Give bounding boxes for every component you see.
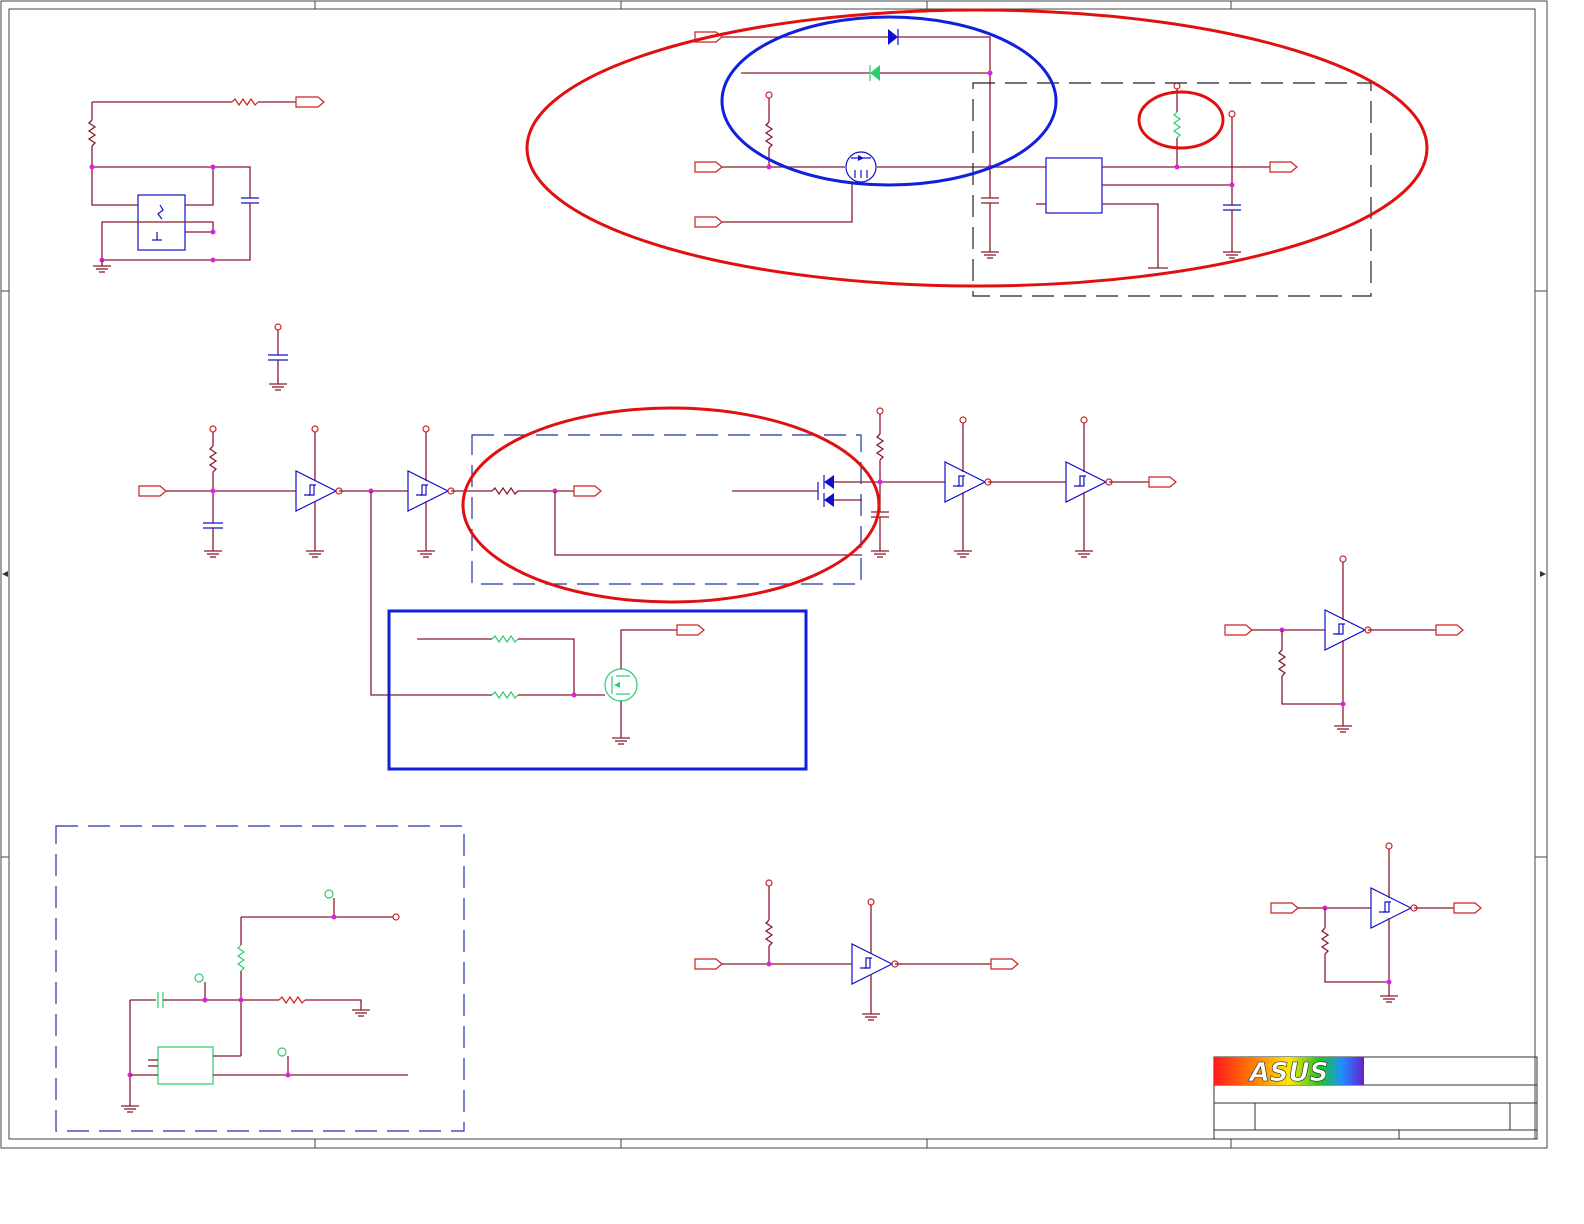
- power-port-icon: [392, 913, 400, 921]
- power-port-icon: [765, 879, 773, 887]
- off-page-connector-icon: [1453, 902, 1482, 914]
- buffer-icon: [295, 470, 343, 512]
- off-page-connector-icon: [990, 958, 1019, 970]
- ground-icon: [980, 245, 1000, 259]
- schematic-sheet: ASUS: [0, 0, 1548, 1149]
- dashed-region-bottom-left: [55, 825, 465, 1132]
- review-annotations: [387, 8, 1429, 771]
- off-page-connector-icon: [1269, 161, 1298, 173]
- middle-signal-chain: [138, 407, 1177, 585]
- sheet-frame: [0, 0, 1548, 1149]
- resistor-icon: [87, 119, 97, 147]
- annotation-ellipse-level-shift: [461, 406, 881, 604]
- dashed-region-level-shift: [471, 434, 862, 585]
- asus-logo-text: ASUS: [1248, 1058, 1329, 1088]
- annotation-ellipse-resistor: [1137, 90, 1225, 150]
- off-page-connector-icon: [694, 161, 723, 173]
- off-page-connector-icon: [295, 96, 325, 108]
- resistor-icon: [278, 995, 306, 1005]
- power-port-icon: [867, 898, 875, 906]
- ground-icon: [870, 544, 890, 558]
- buffer-icon: [1324, 609, 1372, 651]
- ground-icon: [203, 544, 223, 558]
- resistor-icon: [1277, 649, 1287, 677]
- right-buffer-circuit-1: [1224, 555, 1464, 733]
- bottom-buffer-circuit: [694, 879, 1019, 1021]
- resistor-icon: [875, 433, 885, 461]
- ic-block: [157, 1046, 214, 1085]
- resistor-icon: [491, 690, 519, 700]
- power-port-icon: [1080, 416, 1088, 424]
- buffer-icon: [1370, 887, 1418, 929]
- buffer-icon: [944, 461, 992, 503]
- annotation-ellipse-power-path: [525, 8, 1429, 288]
- diode-icon: [888, 29, 898, 45]
- buffer-icon: [851, 943, 899, 985]
- power-port-icon: [311, 425, 319, 433]
- resistor-icon: [491, 634, 519, 644]
- power-port-icon: [1228, 110, 1236, 118]
- ground-icon: [1379, 989, 1399, 1003]
- off-page-connector-icon: [573, 485, 602, 497]
- off-page-connector-icon: [1148, 476, 1177, 488]
- ground-icon: [1074, 544, 1094, 558]
- ground-icon: [416, 544, 436, 558]
- diode-icon: [824, 475, 834, 489]
- off-page-connector-icon: [1270, 902, 1299, 914]
- power-port-icon: [876, 407, 884, 415]
- mosfet-switch-circuit: [370, 491, 705, 745]
- resistor-icon: [764, 121, 774, 149]
- ground-icon: [1222, 245, 1242, 259]
- power-port-icon: [1173, 82, 1181, 90]
- buffer-icon: [1065, 461, 1113, 503]
- buffer-icon: [407, 470, 455, 512]
- resistor-icon: [208, 445, 218, 473]
- resistor-icon: [764, 919, 774, 947]
- power-port-icon: [209, 425, 217, 433]
- resistor-icon: [491, 486, 519, 496]
- power-port-icon: [274, 323, 282, 331]
- resistor-icon: [1320, 927, 1330, 955]
- ground-icon: [92, 259, 112, 273]
- dashed-region-regulator: [972, 82, 1372, 297]
- ground-icon: [268, 377, 288, 391]
- title-block: ASUS: [1213, 1056, 1538, 1140]
- off-page-connector-icon: [676, 624, 705, 636]
- diode-icon: [870, 65, 880, 81]
- power-port-icon: [1339, 555, 1347, 563]
- ground-icon: [611, 731, 631, 745]
- right-buffer-circuit-2: [1270, 842, 1482, 1003]
- ground-icon: [953, 544, 973, 558]
- top-left-circuit: [87, 96, 325, 273]
- ground-icon: [120, 1099, 140, 1113]
- off-page-connector-icon: [138, 485, 167, 497]
- mosfet-icon: [604, 668, 638, 702]
- off-page-connector-icon: [1435, 624, 1464, 636]
- ground-icon: [861, 1007, 881, 1021]
- resistor-icon: [236, 944, 246, 972]
- ground-icon: [305, 544, 325, 558]
- off-page-connector-icon: [1224, 624, 1253, 636]
- diode-icon: [824, 493, 834, 507]
- bottom-left-circuit: [55, 825, 465, 1132]
- power-port-icon: [959, 416, 967, 424]
- decoupling-cap: [268, 323, 288, 391]
- off-page-connector-icon: [694, 958, 723, 970]
- annotation-box-mosfet-switch: [387, 609, 808, 771]
- power-port-icon: [765, 91, 773, 99]
- power-port-icon: [1385, 842, 1393, 850]
- resistor-icon: [1172, 111, 1182, 139]
- top-power-section: [694, 29, 1372, 297]
- resistor-icon: [231, 97, 259, 107]
- ground-icon: [1333, 719, 1353, 733]
- power-port-icon: [422, 425, 430, 433]
- regulator-ic: [1045, 157, 1103, 214]
- off-page-connector-icon: [694, 216, 723, 228]
